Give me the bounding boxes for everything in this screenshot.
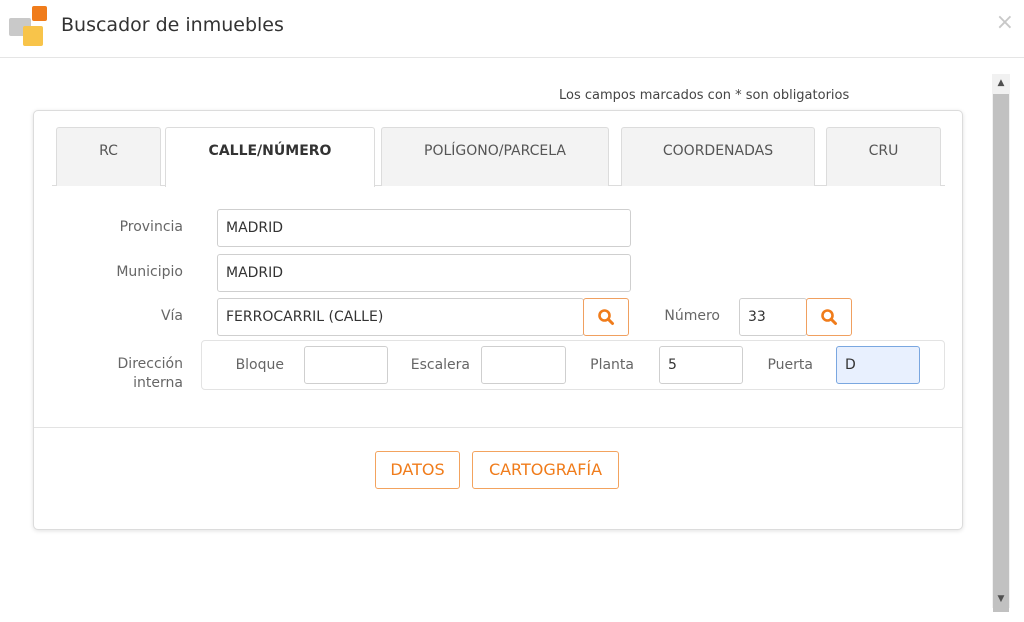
tab-cru[interactable]: CRU bbox=[826, 127, 941, 186]
via-label: Vía bbox=[160, 308, 183, 324]
bloque-label: Bloque bbox=[235, 357, 284, 373]
close-icon[interactable]: × bbox=[996, 12, 1014, 34]
dialog-title: Buscador de inmuebles bbox=[61, 14, 284, 36]
direccion-interna-label: Dirección interna bbox=[74, 355, 183, 393]
dialog-header: Buscador de inmuebles × bbox=[0, 0, 1024, 58]
direccion-interna-label-line1: Dirección bbox=[117, 356, 183, 372]
scroll-thumb[interactable] bbox=[993, 94, 1009, 612]
panel-divider bbox=[34, 427, 962, 428]
municipio-label: Municipio bbox=[116, 264, 183, 280]
numero-field[interactable]: 33 bbox=[739, 298, 807, 336]
numero-search-button[interactable] bbox=[806, 298, 852, 336]
search-panel: RC CALLE/NÚMERO POLÍGONO/PARCELA COORDEN… bbox=[33, 110, 963, 530]
vertical-scrollbar[interactable]: ▲ ▼ bbox=[992, 74, 1010, 612]
scroll-down-arrow-icon[interactable]: ▼ bbox=[992, 590, 1010, 608]
direccion-interna-group: Bloque Escalera Planta 5 Puerta D bbox=[201, 340, 945, 390]
provincia-field[interactable]: MADRID bbox=[217, 209, 631, 247]
via-field[interactable]: FERROCARRIL (CALLE) bbox=[217, 298, 584, 336]
provincia-label: Provincia bbox=[119, 219, 183, 235]
puerta-label: Puerta bbox=[767, 357, 813, 373]
required-fields-note: Los campos marcados con * son obligatori… bbox=[559, 88, 850, 103]
datos-button[interactable]: DATOS bbox=[375, 451, 460, 489]
escalera-field[interactable] bbox=[481, 346, 566, 384]
scroll-up-arrow-icon[interactable]: ▲ bbox=[992, 74, 1010, 92]
tab-poligono-parcela[interactable]: POLÍGONO/PARCELA bbox=[381, 127, 609, 186]
planta-field[interactable]: 5 bbox=[659, 346, 743, 384]
puerta-field[interactable]: D bbox=[836, 346, 920, 384]
tab-calle-numero[interactable]: CALLE/NÚMERO bbox=[165, 127, 375, 187]
municipio-field[interactable]: MADRID bbox=[217, 254, 631, 292]
logo-yellow-square bbox=[23, 26, 43, 46]
tab-rc[interactable]: RC bbox=[56, 127, 161, 186]
planta-label: Planta bbox=[590, 357, 634, 373]
logo-orange-square bbox=[32, 6, 47, 21]
search-icon bbox=[598, 309, 614, 325]
tab-coordenadas[interactable]: COORDENADAS bbox=[621, 127, 815, 186]
search-icon bbox=[821, 309, 837, 325]
escalera-label: Escalera bbox=[410, 357, 470, 373]
via-search-button[interactable] bbox=[583, 298, 629, 336]
cartografia-button[interactable]: CARTOGRAFÍA bbox=[472, 451, 619, 489]
app-logo bbox=[9, 6, 47, 48]
numero-label: Número bbox=[664, 308, 720, 324]
direccion-interna-label-line2: interna bbox=[133, 375, 183, 391]
bloque-field[interactable] bbox=[304, 346, 388, 384]
